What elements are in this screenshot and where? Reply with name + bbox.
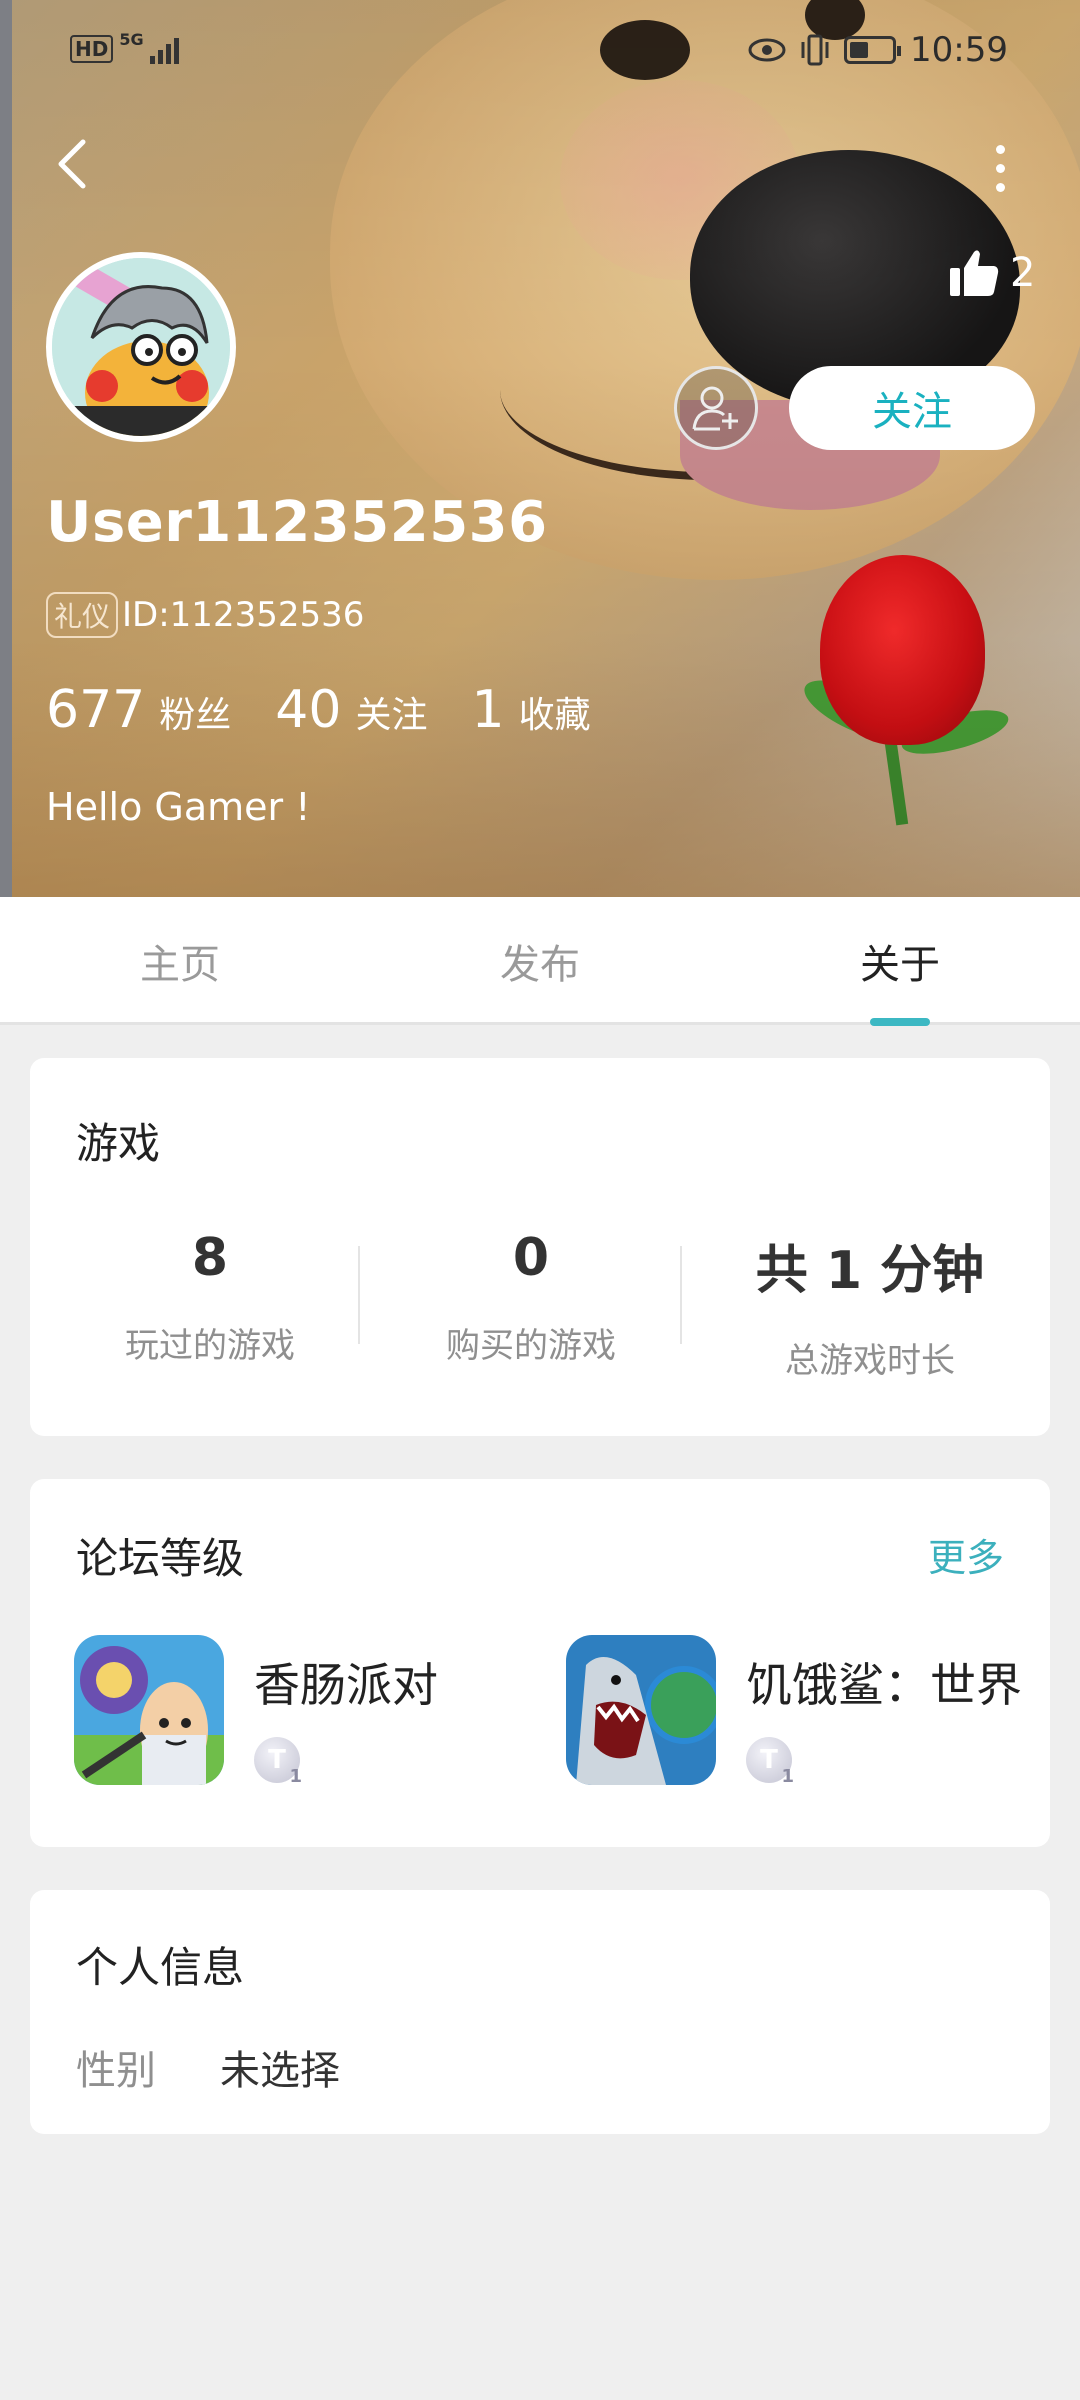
more-dot [995,182,1005,192]
divider [680,1246,682,1344]
forum-game-name: 饥饿鲨：世界 [746,1658,1022,1712]
more-dot [995,163,1005,173]
level-letter: T [760,1745,778,1775]
active-tab-indicator [870,1018,930,1026]
level-number: 1 [289,1766,302,1787]
add-friend-button[interactable] [674,366,758,450]
stat-following[interactable]: 40 关注 [275,680,427,740]
status-bar: HD 5G 10:59 [0,0,1080,100]
profile-tabs: 主页 发布 关于 [0,897,1080,1025]
forum-level-card: 论坛等级 更多 香肠派对 T 1 饥饿鲨：世界 T 1 [30,1479,1050,1847]
divider [358,1246,360,1344]
level-number: 1 [781,1766,794,1787]
profile-stats: 677 粉丝 40 关注 1 收藏 [46,680,591,740]
tab-about[interactable]: 关于 [720,897,1080,1025]
system-status: 10:59 [748,30,1008,70]
stat-label: 收藏 [518,695,591,736]
sausage-party-app-icon [74,1635,224,1785]
thumbs-up-icon [950,250,999,296]
forum-item-text: 香肠派对 T 1 [254,1635,438,1787]
forum-card-title: 论坛等级 [76,1534,245,1583]
like-button[interactable]: 2 [948,248,1035,298]
played-games-stat[interactable]: 8 玩过的游戏 [50,1228,370,1367]
gender-value: 未选择 [220,2048,340,2094]
follow-button[interactable]: 关注 [789,366,1035,450]
hd-indicator: HD [70,35,114,63]
add-user-icon [692,386,738,431]
games-card-title: 游戏 [76,1119,161,1168]
background-edge [0,0,12,897]
stat-label: 购买的游戏 [446,1326,616,1366]
stat-favorites[interactable]: 1 收藏 [471,680,590,740]
stat-followers[interactable]: 677 粉丝 [46,680,231,740]
forum-level-badge: T 1 [746,1737,794,1787]
network-type: 5G [119,29,144,49]
like-count: 2 [1010,250,1036,296]
user-id: ID:112352536 [122,595,365,635]
more-dots-icon [995,144,1005,154]
stat-value: 677 [46,680,146,740]
total-playtime-stat: 共 1 分钟 总游戏时长 [710,1228,1030,1382]
hungry-shark-app-icon [566,1635,716,1785]
stat-label: 粉丝 [159,695,232,736]
gender-row: 性别 未选择 [76,2038,340,2096]
more-link[interactable]: 更多 [928,1527,1004,1582]
back-button[interactable] [40,132,104,196]
network-status: HD 5G [70,30,179,64]
clock: 10:59 [910,30,1008,70]
username: User112352536 [46,490,548,555]
battery-icon [844,36,902,64]
stat-value: 40 [275,680,342,740]
avatar-image [52,258,230,436]
stat-label: 玩过的游戏 [125,1326,295,1366]
personal-info-title: 个人信息 [76,1943,245,1992]
etiquette-badge: 礼仪 [46,592,119,638]
stat-value: 共 1 分钟 [755,1241,985,1301]
games-card: 游戏 8 玩过的游戏 0 购买的游戏 共 1 分钟 总游戏时长 [30,1058,1050,1436]
forum-game-name: 香肠派对 [254,1658,438,1712]
forum-level-badge: T 1 [254,1737,302,1787]
stat-value: 1 [471,680,505,740]
forum-item-text: 饥饿鲨：世界 T 1 [746,1635,1022,1787]
user-id-row: 礼仪 ID:112352536 [46,592,364,638]
stat-value: 8 [191,1228,229,1288]
tab-home[interactable]: 主页 [0,897,360,1025]
eye-icon [748,38,786,62]
forum-item[interactable]: 香肠派对 T 1 [74,1635,438,1787]
forum-item[interactable]: 饥饿鲨：世界 T 1 [566,1635,1022,1787]
chevron-left-icon [58,139,86,189]
stat-value: 0 [512,1228,550,1288]
stat-label: 关注 [355,695,428,736]
level-letter: T [268,1745,286,1775]
user-bio: Hello Gamer ! [46,785,311,829]
more-options-button[interactable] [970,138,1030,198]
personal-info-card: 个人信息 性别 未选择 [30,1890,1050,2134]
purchased-games-stat[interactable]: 0 购买的游戏 [371,1228,691,1367]
tab-posts[interactable]: 发布 [360,897,720,1025]
vibrate-icon [801,34,829,66]
signal-icon [149,34,179,64]
stat-label: 总游戏时长 [785,1341,955,1381]
avatar[interactable] [46,252,236,442]
gender-label: 性别 [76,2048,156,2094]
